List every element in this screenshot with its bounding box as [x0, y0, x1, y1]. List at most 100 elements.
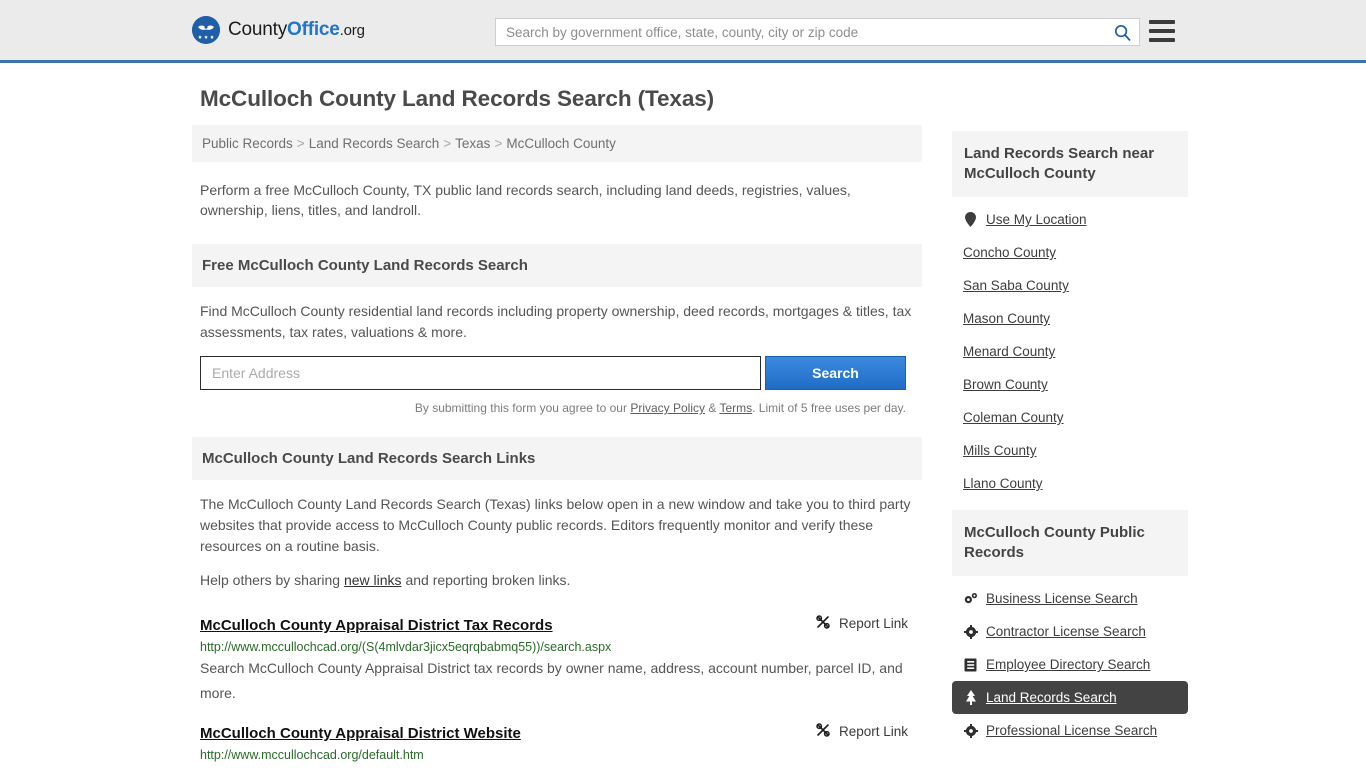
logo-text-part3: .org [339, 22, 365, 39]
report-link-label: Report Link [838, 616, 908, 631]
breadcrumb-item-mcculloch-county[interactable]: McCulloch County [506, 136, 616, 151]
page-title: McCulloch County Land Records Search (Te… [200, 86, 715, 111]
broken-link-icon [815, 614, 831, 633]
search-icon[interactable] [1105, 19, 1139, 45]
map-pin-icon [963, 212, 978, 227]
logo-text-part1: County [228, 19, 288, 40]
site-logo-text: CountyOffice.org [228, 19, 365, 41]
result-description: View McCulloch County Appraisal District… [200, 764, 914, 768]
breadcrumb-separator: > [443, 136, 452, 151]
sidebar-item-contractor-license-search[interactable]: Contractor License Search [952, 615, 1188, 648]
sidebar-item-label: Land Records Search [986, 690, 1117, 705]
breadcrumb-item-texas[interactable]: Texas [455, 136, 490, 151]
sidebar-item-label: Llano County [963, 476, 1043, 491]
sidebar-nearby-heading: Land Records Search near McCulloch Count… [952, 131, 1188, 197]
sidebar-item-label: Mason County [963, 311, 1051, 326]
sidebar-item-label: Use My Location [986, 212, 1087, 227]
help-suffix: and reporting broken links. [401, 572, 571, 588]
list-item: McCulloch County Appraisal District Webs… [192, 712, 922, 768]
result-description: Search McCulloch County Appraisal Distri… [200, 660, 903, 701]
links-section-body: The McCulloch County Land Records Search… [192, 480, 922, 591]
sidebar-item-llano-county[interactable]: Llano County [952, 467, 1188, 500]
breadcrumb-separator: > [296, 136, 305, 151]
main-content: McCulloch County Land Records Search (Te… [192, 86, 922, 768]
free-search-description: Find McCulloch County residential land r… [200, 303, 912, 340]
sidebar-item-coleman-county[interactable]: Coleman County [952, 401, 1188, 434]
sidebar-public-records-heading: McCulloch County Public Records [952, 510, 1188, 576]
site-logo[interactable]: CountyOffice.org [192, 16, 365, 44]
sidebar-public-records-box: McCulloch County Public Records Business… [952, 510, 1188, 747]
privacy-policy-link[interactable]: Privacy Policy [630, 401, 705, 415]
sidebar-nearby-list: Use My Location Concho County San Saba C… [952, 197, 1188, 500]
free-search-body: Find McCulloch County residential land r… [192, 287, 922, 419]
site-header: CountyOffice.org [0, 0, 1366, 63]
gear-icon [963, 624, 978, 639]
intro-paragraph: Perform a free McCulloch County, TX publ… [200, 182, 851, 218]
logo-text-part2: Office [287, 19, 340, 40]
terms-link[interactable]: Terms [719, 401, 752, 415]
address-search-form: Search [200, 356, 914, 390]
sidebar-item-employee-directory-search[interactable]: Employee Directory Search [952, 648, 1188, 681]
free-search-heading: Free McCulloch County Land Records Searc… [192, 244, 922, 287]
links-section-paragraph: The McCulloch County Land Records Search… [200, 496, 911, 554]
breadcrumb: Public Records > Land Records Search > Texas… [192, 125, 922, 162]
sidebar-item-concho-county[interactable]: Concho County [952, 236, 1188, 269]
links-help-line: Help others by sharing new links and rep… [200, 570, 914, 591]
sidebar-item-land-records-search[interactable]: Land Records Search [952, 681, 1188, 714]
result-title-link[interactable]: McCulloch County Appraisal District Tax … [200, 617, 553, 634]
sidebar-item-brown-county[interactable]: Brown County [952, 368, 1188, 401]
sidebar-item-label: Professional License Search [986, 723, 1158, 738]
list-item: McCulloch County Appraisal District Tax … [192, 604, 922, 712]
sidebar-item-business-license-search[interactable]: Business License Search [952, 582, 1188, 615]
report-link-button[interactable]: Report Link [815, 614, 914, 633]
disclaimer-prefix: By submitting this form you agree to our [414, 401, 631, 415]
new-links-link[interactable]: new links [344, 572, 402, 588]
address-search-button[interactable]: Search [765, 356, 906, 390]
hamburger-bar [1149, 38, 1175, 42]
result-url: http://www.mccullochcad.org/(S(4mlvdar3j… [200, 640, 612, 654]
eagle-seal-icon [192, 16, 220, 44]
sidebar-item-professional-license-search[interactable]: Professional License Search [952, 714, 1188, 747]
sidebar-item-label: Menard County [963, 344, 1056, 359]
links-section-heading: McCulloch County Land Records Search Lin… [192, 437, 922, 480]
page-container: McCulloch County Land Records Search (Te… [0, 63, 1366, 768]
gear-icon [963, 723, 978, 738]
header-search-box[interactable] [495, 18, 1140, 46]
breadcrumb-item-public-records[interactable]: Public Records [202, 136, 293, 151]
sidebar-item-label: Mills County [963, 443, 1037, 458]
address-input[interactable] [200, 356, 761, 390]
help-prefix: Help others by sharing [200, 572, 344, 588]
broken-link-icon [815, 722, 831, 741]
result-url: http://www.mccullochcad.org/default.htm [200, 748, 424, 762]
sidebar-item-label: Brown County [963, 377, 1048, 392]
id-card-icon [963, 658, 978, 672]
report-link-button[interactable]: Report Link [815, 722, 914, 741]
form-disclaimer: By submitting this form you agree to our… [200, 390, 914, 419]
report-link-label: Report Link [838, 724, 908, 739]
breadcrumb-item-land-records-search[interactable]: Land Records Search [309, 136, 440, 151]
sidebar-item-label: Employee Directory Search [986, 657, 1151, 672]
sidebar-item-label: Coleman County [963, 410, 1064, 425]
disclaimer-amp: & [705, 401, 720, 415]
sidebar-public-records-list: Business License Search Contractor Licen… [952, 576, 1188, 747]
sidebar-item-mason-county[interactable]: Mason County [952, 302, 1188, 335]
sidebar-item-label: Concho County [963, 245, 1057, 260]
sidebar-item-label: Business License Search [986, 591, 1138, 606]
hamburger-bar [1149, 29, 1175, 33]
gears-icon [963, 592, 978, 606]
result-title-link[interactable]: McCulloch County Appraisal District Webs… [200, 725, 521, 742]
sidebar-item-menard-county[interactable]: Menard County [952, 335, 1188, 368]
sidebar-item-mills-county[interactable]: Mills County [952, 434, 1188, 467]
hamburger-menu-icon[interactable] [1149, 20, 1175, 42]
sidebar-item-label: Contractor License Search [986, 624, 1146, 639]
sidebar-item-label: San Saba County [963, 278, 1069, 293]
tree-icon [963, 690, 978, 705]
breadcrumb-separator: > [494, 136, 503, 151]
hamburger-bar [1149, 20, 1175, 24]
disclaimer-suffix: . Limit of 5 free uses per day. [752, 401, 906, 415]
sidebar-item-use-my-location[interactable]: Use My Location [952, 203, 1188, 236]
sidebar-nearby-box: Land Records Search near McCulloch Count… [952, 131, 1188, 500]
sidebar-item-san-saba-county[interactable]: San Saba County [952, 269, 1188, 302]
search-input[interactable] [496, 19, 1105, 45]
sidebar: Land Records Search near McCulloch Count… [952, 86, 1188, 757]
